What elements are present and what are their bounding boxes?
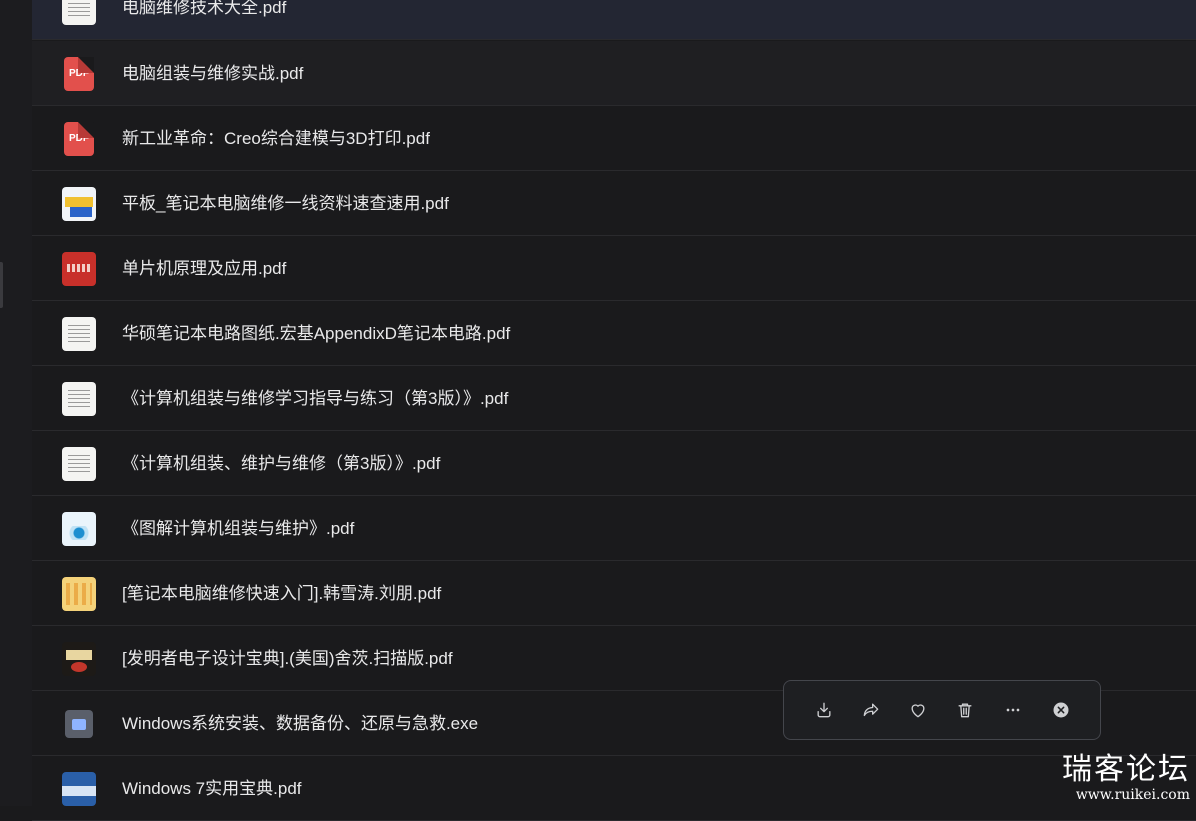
file-name: 《计算机组装与维修学习指导与练习（第3版）》.pdf: [122, 366, 508, 431]
pdf-badge: PDF: [64, 57, 94, 91]
download-icon: [814, 700, 834, 720]
file-row[interactable]: Windows 7实用宝典.pdf: [32, 756, 1196, 821]
book-cover-thumbnail: [62, 512, 96, 546]
book-cover-thumbnail: [62, 447, 96, 481]
file-row[interactable]: 华硕笔记本电路图纸.宏基AppendixD笔记本电路.pdf: [32, 301, 1196, 366]
file-row[interactable]: 《计算机组装与维修学习指导与练习（第3版）》.pdf: [32, 366, 1196, 431]
pdf-file-icon: PDF: [62, 122, 96, 156]
trash-icon: [955, 700, 975, 720]
exe-icon: [65, 710, 93, 738]
file-name: Windows系统安装、数据备份、还原与急救.exe: [122, 691, 478, 756]
file-row[interactable]: 平板_笔记本电脑维修一线资料速查速用.pdf: [32, 171, 1196, 236]
share-button[interactable]: [856, 695, 886, 725]
book-cover-thumbnail: [62, 252, 96, 286]
favorite-button[interactable]: [903, 695, 933, 725]
watermark-url: www.ruikei.com: [1062, 788, 1190, 802]
left-sidebar: [0, 0, 32, 806]
file-name: 电脑维修技术大全.pdf: [122, 0, 286, 40]
file-row[interactable]: 《计算机组装、维护与维修（第3版）》.pdf: [32, 431, 1196, 496]
book-cover-thumbnail: [62, 317, 96, 351]
book-cover-thumbnail: [62, 187, 96, 221]
file-row[interactable]: 《图解计算机组装与维护》.pdf: [32, 496, 1196, 561]
file-name: 平板_笔记本电脑维修一线资料速查速用.pdf: [122, 171, 449, 236]
file-name: Windows 7实用宝典.pdf: [122, 756, 302, 821]
exe-file-icon: [62, 707, 96, 741]
delete-button[interactable]: [950, 695, 980, 725]
more-icon: [1003, 700, 1023, 720]
file-name: 华硕笔记本电路图纸.宏基AppendixD笔记本电路.pdf: [122, 301, 510, 366]
close-icon: [1051, 700, 1071, 720]
file-name: [笔记本电脑维修快速入门].韩雪涛.刘朋.pdf: [122, 561, 441, 626]
file-name: [发明者电子设计宝典].(美国)舍茨.扫描版.pdf: [122, 626, 453, 691]
download-button[interactable]: [809, 695, 839, 725]
heart-icon: [908, 700, 928, 720]
share-icon: [861, 700, 881, 720]
file-row[interactable]: 单片机原理及应用.pdf: [32, 236, 1196, 301]
file-name: 单片机原理及应用.pdf: [122, 236, 286, 301]
watermark: 瑞客论坛 www.ruikei.com: [1062, 752, 1190, 802]
close-selection-button[interactable]: [1046, 695, 1076, 725]
book-cover-thumbnail: [62, 0, 96, 25]
file-name: 《图解计算机组装与维护》.pdf: [122, 496, 354, 561]
file-row[interactable]: PDF 新工业革命：Creo综合建模与3D打印.pdf: [32, 106, 1196, 171]
watermark-title: 瑞客论坛: [1062, 752, 1190, 788]
pdf-badge: PDF: [64, 122, 94, 156]
file-name: 新工业革命：Creo综合建模与3D打印.pdf: [122, 106, 430, 171]
file-row[interactable]: 电脑维修技术大全.pdf: [32, 0, 1196, 40]
selection-action-bar: [783, 680, 1101, 740]
book-cover-thumbnail: [62, 772, 96, 806]
book-cover-thumbnail: [62, 577, 96, 611]
file-name: 电脑组装与维修实战.pdf: [122, 41, 303, 106]
sidebar-resize-handle[interactable]: [0, 262, 3, 308]
file-row[interactable]: PDF 电脑组装与维修实战.pdf: [32, 41, 1196, 106]
pdf-file-icon: PDF: [62, 57, 96, 91]
file-row[interactable]: [笔记本电脑维修快速入门].韩雪涛.刘朋.pdf: [32, 561, 1196, 626]
more-button[interactable]: [998, 695, 1028, 725]
book-cover-thumbnail: [62, 382, 96, 416]
book-cover-thumbnail: [62, 642, 96, 676]
file-name: 《计算机组装、维护与维修（第3版）》.pdf: [122, 431, 440, 496]
